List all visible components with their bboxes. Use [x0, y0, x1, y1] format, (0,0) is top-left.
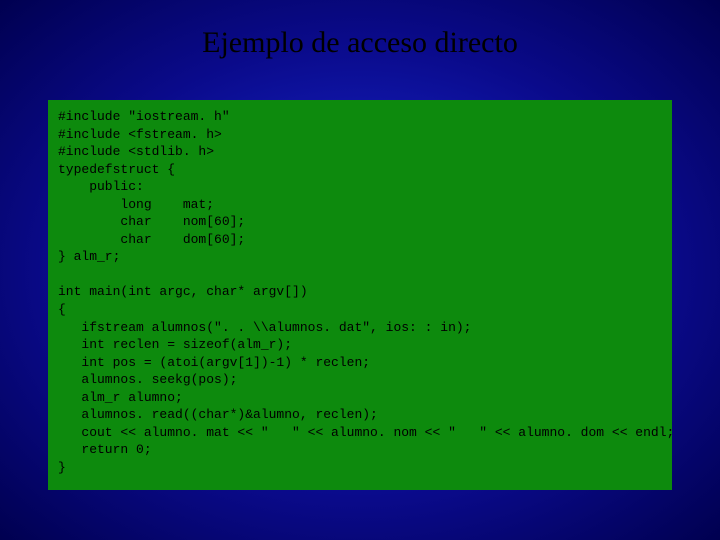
slide-title: Ejemplo de acceso directo: [0, 26, 720, 60]
code-panel: #include "iostream. h" #include <fstream…: [48, 100, 672, 490]
code-block: #include "iostream. h" #include <fstream…: [58, 108, 662, 476]
slide: Ejemplo de acceso directo #include "iost…: [0, 0, 720, 540]
